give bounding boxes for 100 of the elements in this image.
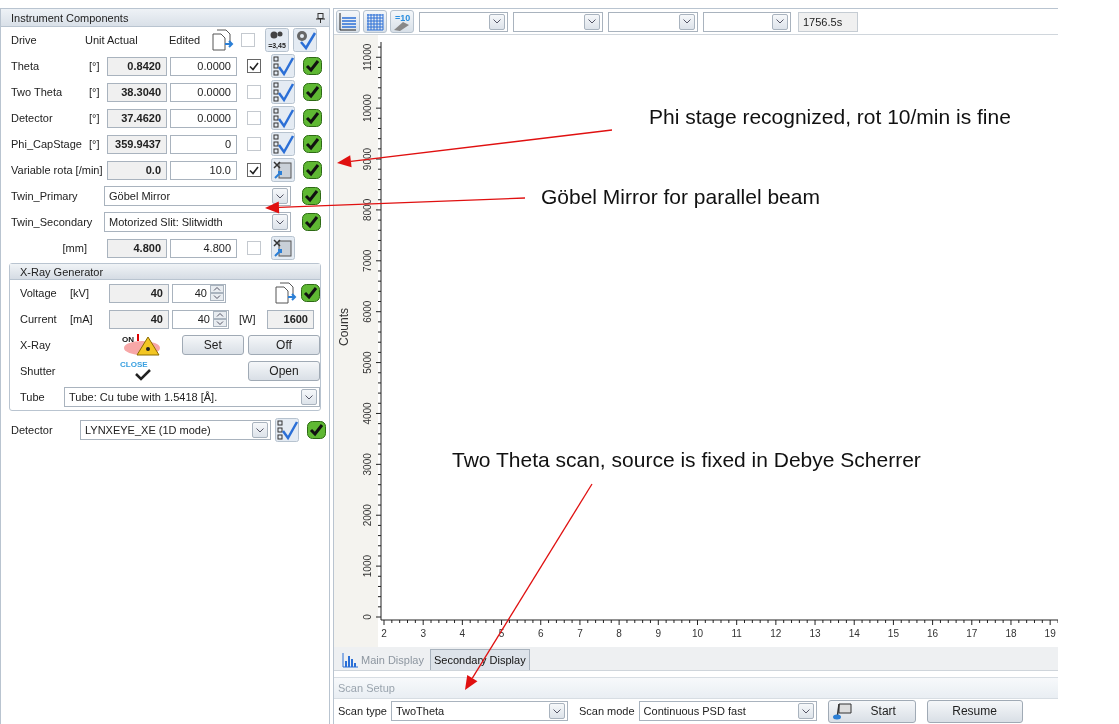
check-icon [301, 284, 320, 302]
column-header: Drive [11, 34, 38, 46]
checkbox[interactable] [247, 59, 261, 73]
gear-check-icon[interactable] [293, 28, 317, 52]
actual-value: 359.9437 [107, 134, 167, 154]
actual-value: 4.800 [107, 238, 167, 258]
open-button[interactable]: Open [248, 361, 320, 381]
generator-label: Current [20, 313, 58, 325]
caret-icon [276, 193, 284, 199]
pin-icon[interactable] [316, 12, 325, 23]
toolbar-dropdown[interactable] [513, 11, 603, 32]
checkbox[interactable] [247, 241, 261, 255]
start-button[interactable]: Start [827, 699, 916, 723]
set-button[interactable]: Set [181, 335, 244, 355]
generator-label: X-Ray [20, 339, 52, 351]
y-tick-label: 11000 [362, 43, 373, 71]
check-icon [303, 161, 322, 179]
toolbar-dropdown[interactable] [608, 11, 698, 32]
generator-label: Voltage [20, 287, 58, 299]
component-dropdown[interactable]: Göbel Mirror [104, 186, 291, 206]
detector-dropdown[interactable]: LYNXEYE_XE (1D mode) [80, 420, 271, 440]
annotation-text: Göbel Mirror for parallel beam [541, 185, 820, 209]
checklist-icon[interactable] [271, 132, 295, 156]
caret-icon [588, 19, 596, 25]
component-dropdown[interactable]: Motorized Slit: Slitwidth [104, 212, 291, 232]
checklist-icon[interactable] [275, 418, 299, 442]
x-tick-label: 15 [887, 628, 899, 640]
x-tick-label: 7 [577, 628, 583, 640]
x-tick-label: 18 [1005, 628, 1017, 640]
resume-button[interactable]: Resume [926, 699, 1023, 723]
column-header: Edited [169, 34, 202, 46]
actual-value: 0.8420 [107, 56, 167, 76]
edited-value-field[interactable]: 0 [170, 134, 237, 154]
toolbar-dropdown[interactable] [703, 11, 791, 32]
x-tick-label: 10 [691, 628, 704, 640]
x-tick-label: 16 [927, 628, 939, 640]
checkbox[interactable] [241, 33, 255, 47]
scan-mode-label: Scan mode [578, 705, 635, 718]
panel-title: Instrument Components [11, 11, 129, 24]
scan-type-dropdown[interactable]: TwoTheta [390, 701, 568, 722]
y-tick-label: 9000 [362, 148, 373, 171]
check-icon [302, 213, 321, 231]
caret-icon [493, 19, 501, 25]
checkbox[interactable] [247, 163, 261, 177]
y-axis-icon[interactable] [336, 10, 360, 34]
caret-icon [256, 427, 264, 433]
y-tick-label: 4000 [362, 402, 373, 425]
unit-label: [°] [89, 138, 101, 150]
spin-field[interactable]: 40 [172, 283, 226, 303]
flag-icon [832, 702, 855, 721]
checkbox[interactable] [247, 85, 261, 99]
unit-label: [W] [238, 313, 257, 325]
edited-value-field[interactable]: 10.0 [170, 160, 237, 180]
drive-label: Phi_CapStage [11, 138, 83, 150]
copy-icon[interactable] [211, 29, 234, 51]
copy-icon[interactable] [274, 282, 298, 304]
bar-chart-icon [342, 652, 358, 668]
checklist-icon[interactable] [271, 80, 295, 104]
spin-arrows-icon[interactable] [209, 285, 224, 301]
edited-value-field[interactable]: 0.0000 [170, 82, 237, 102]
y-tick-label: 0 [362, 614, 373, 620]
x-tick-label: 11 [731, 628, 742, 640]
section-title: Scan Setup [338, 682, 395, 695]
scan-mode-dropdown[interactable]: Continuous PSD fast [638, 701, 817, 722]
checkbox[interactable] [247, 137, 261, 151]
edited-value-field[interactable]: 4.800 [170, 238, 237, 258]
tube-dropdown[interactable]: Tube: Cu tube with 1.5418 [Å]. [64, 387, 320, 407]
motor-icon[interactable] [271, 236, 295, 260]
y-tick-label: 3000 [362, 453, 373, 476]
x-tick-label: 14 [848, 628, 860, 640]
actual-value: 40 [109, 283, 169, 303]
unit-label: [kV] [70, 287, 90, 299]
checklist-icon[interactable] [271, 106, 295, 130]
y-tick-label: 2000 [362, 504, 373, 527]
spin-arrows-icon[interactable] [213, 311, 227, 327]
off-button[interactable]: Off [248, 335, 320, 355]
grid-icon[interactable] [363, 10, 387, 34]
motor-icon[interactable] [271, 158, 295, 182]
unit-label: [°] [89, 60, 101, 72]
actual-value: 0.0 [107, 160, 167, 180]
generator-label: Tube [20, 391, 46, 403]
toolbar-dropdown[interactable] [419, 11, 508, 32]
caret-icon [276, 219, 284, 225]
checklist-icon[interactable] [271, 54, 295, 78]
detector-label: Detector [11, 424, 54, 436]
x-tick-label: 2 [381, 628, 387, 640]
check-icon [303, 57, 322, 75]
selector-label: Twin_Secondary [11, 216, 94, 228]
x-tick-label: 17 [966, 628, 978, 640]
edited-value-field[interactable]: 0.0000 [170, 56, 237, 76]
checkbox[interactable] [247, 111, 261, 125]
edited-value-field[interactable]: 0.0000 [170, 108, 237, 128]
x-tick-label: 6 [537, 628, 544, 640]
x-tick-label: 12 [770, 628, 782, 640]
spin-field[interactable]: 40 [172, 309, 229, 329]
generator-label: Shutter [20, 365, 57, 377]
drive-label: Detector [11, 112, 54, 124]
check-icon [302, 187, 321, 205]
unit-label: [mA] [70, 313, 94, 325]
y-tick-label: 6000 [362, 300, 373, 323]
